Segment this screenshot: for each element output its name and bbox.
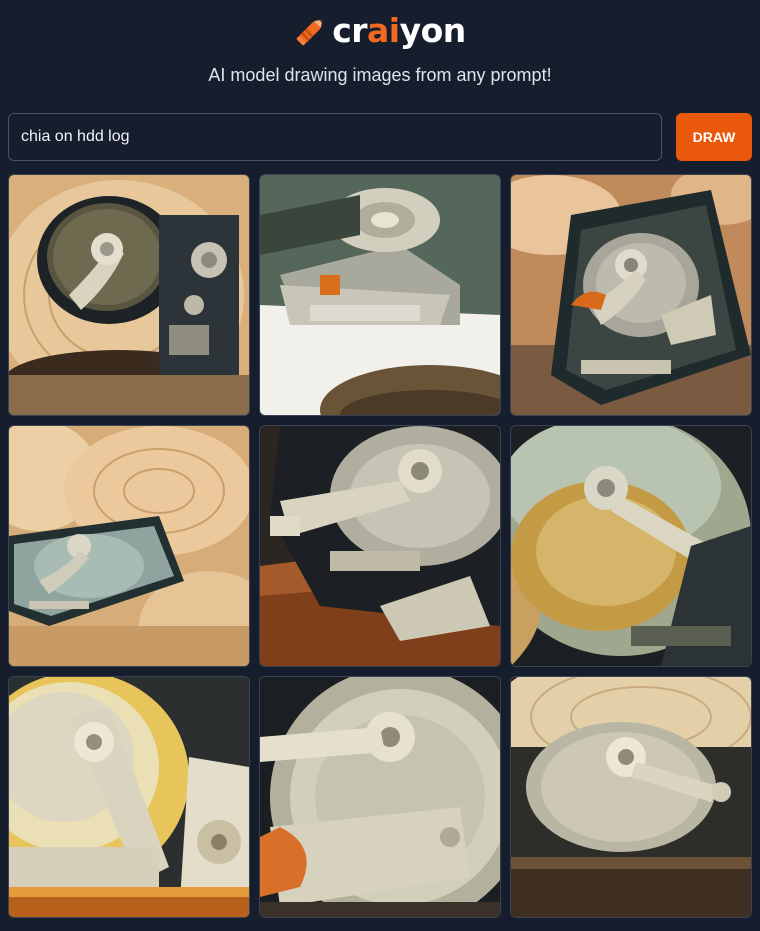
craiyon-page: craiyon AI model drawing images from any… xyxy=(0,0,760,931)
tagline: AI model drawing images from any prompt! xyxy=(208,65,552,85)
result-image-2[interactable] xyxy=(259,174,501,416)
draw-button[interactable]: DRAW xyxy=(676,113,752,161)
pencil-icon xyxy=(294,14,328,48)
result-image-5[interactable] xyxy=(259,425,501,667)
result-image-9[interactable] xyxy=(510,676,752,918)
prompt-input[interactable] xyxy=(8,113,662,161)
result-image-3[interactable] xyxy=(510,174,752,416)
result-image-7[interactable] xyxy=(8,676,250,918)
result-image-1[interactable] xyxy=(8,174,250,416)
result-image-4[interactable] xyxy=(8,425,250,667)
logo-text: craiyon xyxy=(332,11,466,50)
result-image-8[interactable] xyxy=(259,676,501,918)
craiyon-logo[interactable]: craiyon xyxy=(0,10,760,52)
results-grid xyxy=(8,174,752,918)
result-image-6[interactable] xyxy=(510,425,752,667)
